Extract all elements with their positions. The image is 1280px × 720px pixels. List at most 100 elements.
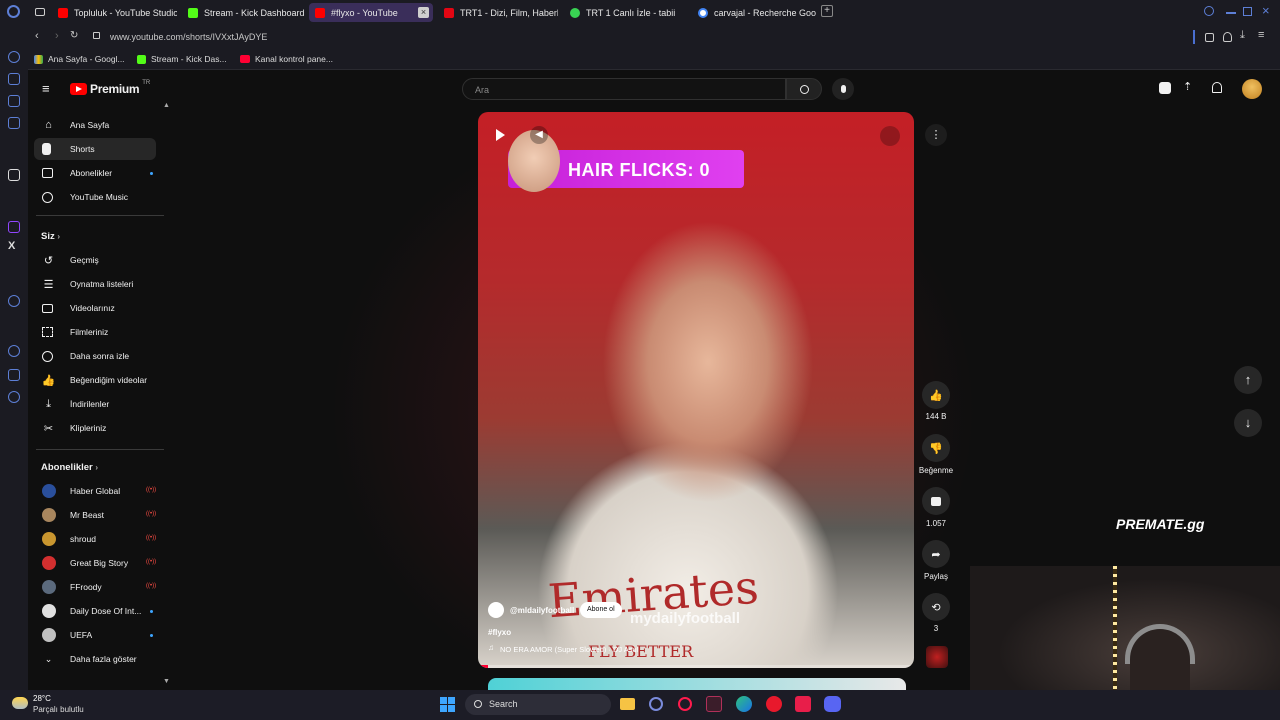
maximize-icon[interactable] [1243,7,1252,16]
video-progress-bar[interactable] [478,665,914,668]
sidebar-item-films[interactable]: Filmleriniz [34,321,156,343]
tab-google-search[interactable]: carvajal - Recherche Goo [692,3,817,22]
more-options-icon[interactable]: ⋮ [925,124,947,146]
menu-icon[interactable]: ≡ [1258,29,1264,41]
reload-icon[interactable]: ↻ [70,30,78,41]
previous-short-button[interactable]: ↑ [1234,366,1262,394]
remix-button[interactable]: ⟲ [922,593,950,621]
bookmark-kick[interactable]: Stream - Kick Das... [137,54,227,64]
player-icon[interactable] [8,117,20,129]
video-hashtag[interactable]: #flyxo [488,628,511,637]
shorts-video-player[interactable]: HAIR FLICKS: 0 ◀ Emirates FLY BETTER myd… [478,112,914,668]
forward-icon[interactable]: › [55,30,59,42]
edge-browser-icon[interactable] [736,696,752,712]
workspaces-sidebar-icon[interactable] [8,95,20,107]
fullscreen-icon[interactable] [880,126,900,146]
sidebar-item-playlists[interactable]: ☰ Oynatma listeleri [34,273,156,295]
player-sidebar-icon[interactable] [8,295,20,307]
sidebar-sub-uefa[interactable]: UEFA [34,624,156,646]
app-icon-vscode[interactable] [706,696,722,712]
x-twitter-icon[interactable]: X [8,240,15,252]
wallet-icon[interactable] [8,169,20,181]
sidebar-item-liked-videos[interactable]: 👍 Beğendiğim videolar [34,369,156,391]
twitch-icon[interactable] [8,221,20,233]
close-tab-icon[interactable]: × [418,7,429,18]
app-icon-voicemod[interactable] [795,696,811,712]
sidebar-item-clips[interactable]: ✂ Klipleriniz [34,417,156,439]
file-explorer-icon[interactable] [620,698,635,710]
search-input[interactable]: Ara [462,78,786,100]
app-icon-red-circle[interactable] [766,696,782,712]
sidebar-scroll-down-icon[interactable]: ▼ [163,678,170,685]
sidebar-item-subscriptions[interactable]: Abonelikler [34,162,156,184]
sidebar-sub-shroud[interactable]: shroud ((•)) [34,528,156,550]
comments-button[interactable] [922,487,950,515]
voice-search-button[interactable] [832,78,854,100]
weather-desc[interactable]: Parçalı bulutlu [33,705,84,714]
sidebar-scroll-up-icon[interactable]: ▲ [163,102,170,109]
next-short-button[interactable]: ↓ [1234,409,1262,437]
start-button-icon[interactable] [440,697,455,712]
play-button-icon[interactable] [496,129,505,141]
weather-icon[interactable] [12,697,28,709]
sidebar-item-your-videos[interactable]: Videolarınız [34,297,156,319]
sidebar-you-heading[interactable]: Siz › [41,231,60,242]
sidebar-item-downloads[interactable]: ⤓ İndirilenler [34,393,156,415]
tab-flyxo-youtube[interactable]: #flyxo - YouTube × [309,3,433,22]
tab-kick-dashboard[interactable]: Stream - Kick Dashboard [182,3,307,22]
app-icon-opera[interactable] [678,697,692,711]
channel-handle[interactable]: @mldailyfootball [510,606,574,615]
account-icon[interactable] [1223,32,1232,42]
sidebar-sub-mr-bean[interactable]: Mr Beast ((•)) [34,504,156,526]
close-window-icon[interactable]: × [1262,3,1270,18]
aria-icon[interactable] [8,51,20,63]
like-button[interactable]: 👍 [922,381,950,409]
bookmark-channel-panel[interactable]: Kanal kontrol pane... [240,54,333,64]
bookmark-google[interactable]: Ana Sayfa - Googl... [34,54,125,64]
search-button[interactable] [786,78,822,100]
minimize-icon[interactable] [1226,12,1236,14]
sidebar-item-home[interactable]: ⌂ Ana Sayfa [34,114,156,136]
sidebar-item-history[interactable]: ↺ Geçmiş [34,249,156,271]
new-tab-button[interactable]: + [821,5,833,17]
tab-tabii[interactable]: TRT 1 Canlı İzle - tabii [564,3,689,22]
dislike-button[interactable]: 👎 [922,434,950,462]
sidebar-show-more[interactable]: ⌄ Daha fazla göster [34,648,156,670]
sidebar-sub-haber-global[interactable]: Haber Global ((•)) [34,480,156,502]
sidebar-sub-ffroody[interactable]: FFroody ((•)) [34,576,156,598]
taskbar-search[interactable]: Search [465,694,611,715]
sidebar-sub-daily-dose[interactable]: Daily Dose Of Int... [34,600,156,622]
notifications-bell-icon[interactable] [1212,82,1222,93]
workspaces-icon[interactable] [35,8,45,16]
sidebar-sub-great-big-story[interactable]: Great Big Story ((•)) [34,552,156,574]
sidebar-subscriptions-heading[interactable]: Abonelikler › [41,462,98,473]
sidebar-item-shorts[interactable]: Shorts [34,138,156,160]
user-avatar[interactable] [1242,79,1262,99]
sidebar-item-music[interactable]: YouTube Music [34,186,156,208]
sidebar-item-watch-later[interactable]: Daha sonra izle [34,345,156,367]
app-icon-opera-gx[interactable] [649,697,663,711]
extensions-icon[interactable] [1205,33,1214,42]
music-track[interactable]: NO ERA AMOR (Super Slowed) · DJ Asul [500,645,638,654]
settings-icon[interactable] [8,391,20,403]
kick-favicon-icon [137,54,146,64]
channel-avatar[interactable] [488,602,504,618]
bookmarks-icon[interactable] [8,73,20,85]
upload-icon[interactable]: ⇡ [1183,80,1192,93]
discord-icon[interactable] [824,696,841,712]
url-field[interactable]: www.youtube.com/shorts/IVXxtJAyDYE [110,32,267,42]
history-sidebar-icon[interactable] [8,345,20,357]
tab-trt1[interactable]: TRT1 - Dizi, Film, Haberle [438,3,558,22]
pinboard-icon[interactable] [8,369,20,381]
opera-logo-icon[interactable] [7,5,20,18]
download-icon[interactable]: ⤓ [1240,29,1245,42]
sound-thumbnail[interactable] [926,646,948,668]
share-button[interactable]: ➦ [922,540,950,568]
search-tabs-icon[interactable] [1204,6,1214,16]
volume-icon[interactable]: ◀ [530,126,548,144]
weather-temp[interactable]: 28°C [33,694,51,703]
back-icon[interactable]: ‹ [35,30,39,42]
create-icon[interactable] [1159,82,1171,94]
subscribe-button[interactable]: Abone ol [580,602,622,618]
tab-youtube-studio[interactable]: Topluluk - YouTube Studio [52,3,177,22]
